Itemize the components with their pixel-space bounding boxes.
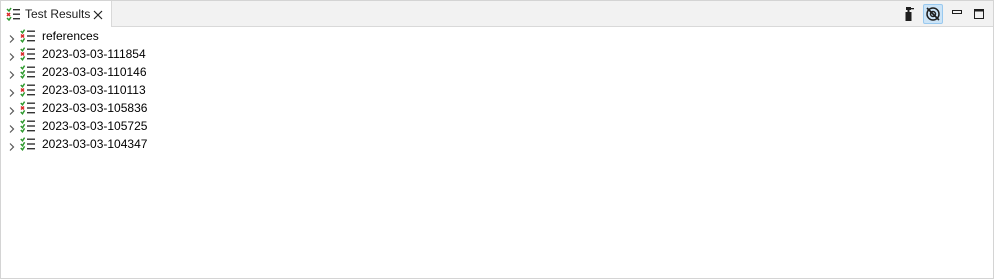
test-failed-icon: [20, 101, 36, 116]
test-results-icon: [6, 7, 20, 22]
tree-item[interactable]: 2023-03-03-105725: [1, 117, 993, 135]
test-failed-icon: [20, 29, 36, 44]
tab-title: Test Results: [25, 7, 91, 21]
test-passed-icon: [20, 137, 36, 152]
tree-item[interactable]: references: [1, 27, 993, 45]
tree-item[interactable]: 2023-03-03-111854: [1, 45, 993, 63]
tree-item-label: 2023-03-03-105836: [42, 101, 148, 115]
view-tab-bar: Test Results: [1, 1, 993, 27]
tree-item-label: 2023-03-03-111854: [42, 47, 146, 61]
test-failed-icon: [20, 47, 36, 62]
test-results-view: Test Results references 2023-03-03-11185…: [0, 0, 994, 279]
chevron-right-icon[interactable]: [7, 85, 17, 97]
tree-item-label: references: [42, 29, 99, 43]
test-passed-icon: [20, 119, 36, 134]
tree-item-label: 2023-03-03-104347: [42, 137, 148, 151]
tree-item-label: 2023-03-03-105725: [42, 119, 148, 133]
close-icon[interactable]: [92, 8, 104, 20]
chevron-right-icon[interactable]: [7, 49, 17, 61]
chevron-right-icon[interactable]: [7, 103, 17, 115]
disable-filter-button[interactable]: [923, 4, 943, 24]
chevron-right-icon[interactable]: [7, 139, 17, 151]
minimize-button[interactable]: [947, 4, 967, 24]
spray-clean-button[interactable]: [899, 4, 919, 24]
chevron-right-icon[interactable]: [7, 67, 17, 79]
maximize-button[interactable]: [969, 4, 989, 24]
chevron-right-icon[interactable]: [7, 31, 17, 43]
chevron-right-icon[interactable]: [7, 121, 17, 133]
tree-item[interactable]: 2023-03-03-105836: [1, 99, 993, 117]
tree-item[interactable]: 2023-03-03-110113: [1, 81, 993, 99]
tree-item[interactable]: 2023-03-03-110146: [1, 63, 993, 81]
tree-item[interactable]: 2023-03-03-104347: [1, 135, 993, 153]
test-failed-icon: [20, 83, 36, 98]
test-passed-icon: [20, 65, 36, 80]
tree-item-label: 2023-03-03-110146: [42, 65, 147, 79]
tree-item-label: 2023-03-03-110113: [42, 83, 146, 97]
tab-test-results[interactable]: Test Results: [1, 1, 112, 27]
